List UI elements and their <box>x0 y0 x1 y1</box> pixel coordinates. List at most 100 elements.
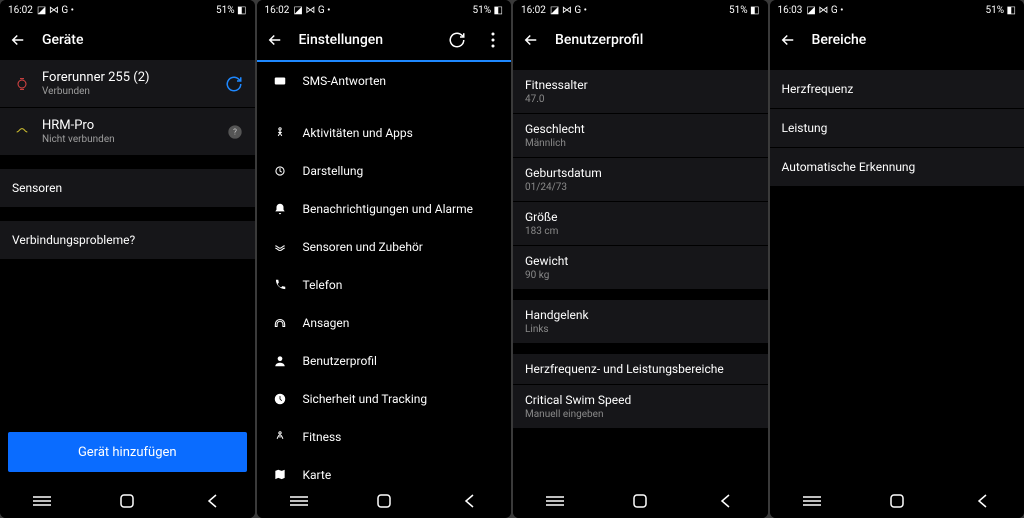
appbar-title: Bereiche <box>812 32 1019 48</box>
svg-text:?: ? <box>233 127 237 136</box>
settings-label: Fitness <box>303 430 342 444</box>
hrm-icon <box>12 122 32 142</box>
settings-icon <box>271 200 289 218</box>
profile-row-zones[interactable]: Herzfrequenz- und Leistungsbereiche <box>513 354 768 384</box>
settings-icon <box>271 238 289 256</box>
back-button[interactable] <box>714 490 736 512</box>
profile-label: Geburtsdatum <box>525 166 756 180</box>
settings-label: Ansagen <box>303 316 350 330</box>
profile-label: Gewicht <box>525 254 756 268</box>
settings-row[interactable]: Ansagen <box>257 304 512 342</box>
device-row-forerunner[interactable]: Forerunner 255 (2) Verbunden <box>0 60 255 107</box>
sensors-row[interactable]: Sensoren <box>0 169 255 207</box>
app-bar: Bereiche <box>770 20 1024 60</box>
profile-label: Größe <box>525 210 756 224</box>
home-button[interactable] <box>116 490 138 512</box>
zone-row[interactable]: Leistung <box>770 109 1024 147</box>
settings-label: SMS-Antworten <box>303 74 387 88</box>
settings-row[interactable]: Benachrichtigungen und Alarme <box>257 190 512 228</box>
profile-row-wrist[interactable]: HandgelenkLinks <box>513 300 768 343</box>
settings-label: Karte <box>303 468 332 482</box>
back-icon[interactable] <box>6 28 30 52</box>
home-button[interactable] <box>629 490 651 512</box>
device-row-hrm[interactable]: HRM-Pro Nicht verbunden ? <box>0 108 255 155</box>
settings-icon <box>271 352 289 370</box>
app-bar: Geräte <box>0 20 255 60</box>
settings-row[interactable]: SMS-Antworten <box>257 62 512 100</box>
profile-row-css[interactable]: Critical Swim SpeedManuell eingeben <box>513 385 768 428</box>
settings-label: Telefon <box>303 278 343 292</box>
recent-apps-button[interactable] <box>288 490 310 512</box>
connection-problems-row[interactable]: Verbindungsprobleme? <box>0 221 255 259</box>
recent-apps-button[interactable] <box>544 490 566 512</box>
status-bar: 16:02◪ ⋈ G • 51% ◧ <box>513 0 768 20</box>
profile-row[interactable]: Größe 183 cm <box>513 202 768 245</box>
profile-value: 183 cm <box>525 226 756 237</box>
settings-row[interactable]: Sensoren und Zubehör <box>257 228 512 266</box>
settings-row[interactable]: Fitness <box>257 418 512 456</box>
device-name: HRM-Pro <box>42 118 217 133</box>
watch-icon <box>12 74 32 94</box>
settings-label: Sensoren und Zubehör <box>303 240 423 254</box>
settings-icon <box>271 124 289 142</box>
appbar-title: Einstellungen <box>299 32 434 48</box>
overflow-menu-icon[interactable] <box>481 28 505 52</box>
add-device-button[interactable]: Gerät hinzufügen <box>8 432 247 472</box>
back-icon[interactable] <box>776 28 800 52</box>
settings-row[interactable]: Sicherheit und Tracking <box>257 380 512 418</box>
back-icon[interactable] <box>263 28 287 52</box>
sync-icon[interactable] <box>445 28 469 52</box>
settings-icon <box>271 162 289 180</box>
settings-row[interactable]: Aktivitäten und Apps <box>257 114 512 152</box>
back-button[interactable] <box>971 490 993 512</box>
settings-icon <box>271 466 289 484</box>
settings-label: Darstellung <box>303 164 364 178</box>
settings-label: Sicherheit und Tracking <box>303 392 428 406</box>
settings-label: Aktivitäten und Apps <box>303 126 413 140</box>
android-navbar <box>257 484 512 518</box>
settings-label: Benutzerprofil <box>303 354 377 368</box>
profile-label: Fitnessalter <box>525 78 756 92</box>
status-bar: 16:03◪ ⋈ G • 51% ◧ <box>770 0 1024 20</box>
profile-value: 01/24/73 <box>525 182 756 193</box>
settings-row[interactable]: Telefon <box>257 266 512 304</box>
settings-icon <box>271 72 289 90</box>
device-name: Forerunner 255 (2) <box>42 70 215 85</box>
app-bar: Benutzerprofil <box>513 20 768 60</box>
back-button[interactable] <box>458 490 480 512</box>
sync-icon[interactable] <box>225 75 243 93</box>
recent-apps-button[interactable] <box>801 490 823 512</box>
settings-icon <box>271 276 289 294</box>
settings-icon <box>271 314 289 332</box>
profile-value: 47.0 <box>525 94 756 105</box>
settings-row[interactable]: Benutzerprofil <box>257 342 512 380</box>
zone-row[interactable]: Automatische Erkennung <box>770 148 1024 186</box>
settings-row[interactable]: Karte <box>257 456 512 484</box>
device-status: Verbunden <box>42 86 215 97</box>
android-navbar <box>513 484 768 518</box>
appbar-title: Geräte <box>42 32 249 48</box>
profile-row[interactable]: Geburtsdatum 01/24/73 <box>513 158 768 201</box>
app-bar: Einstellungen <box>257 20 512 60</box>
android-navbar <box>0 484 255 518</box>
home-button[interactable] <box>373 490 395 512</box>
settings-icon <box>271 428 289 446</box>
profile-label: Geschlecht <box>525 122 756 136</box>
profile-row[interactable]: GeschlechtMännlich <box>513 114 768 157</box>
settings-icon <box>271 390 289 408</box>
back-button[interactable] <box>201 490 223 512</box>
help-icon[interactable]: ? <box>227 124 243 140</box>
device-status: Nicht verbunden <box>42 134 217 145</box>
recent-apps-button[interactable] <box>31 490 53 512</box>
profile-value: 90 kg <box>525 270 756 281</box>
profile-row[interactable]: Fitnessalter 47.0 <box>513 70 768 113</box>
appbar-title: Benutzerprofil <box>555 32 762 48</box>
profile-row[interactable]: Gewicht 90 kg <box>513 246 768 289</box>
settings-row[interactable]: Darstellung <box>257 152 512 190</box>
zone-row[interactable]: Herzfrequenz <box>770 70 1024 108</box>
back-icon[interactable] <box>519 28 543 52</box>
android-navbar <box>770 484 1024 518</box>
settings-label: Benachrichtigungen und Alarme <box>303 202 474 216</box>
home-button[interactable] <box>886 490 908 512</box>
status-bar: 16:02◪ ⋈ G • 51% ◧ <box>257 0 512 20</box>
